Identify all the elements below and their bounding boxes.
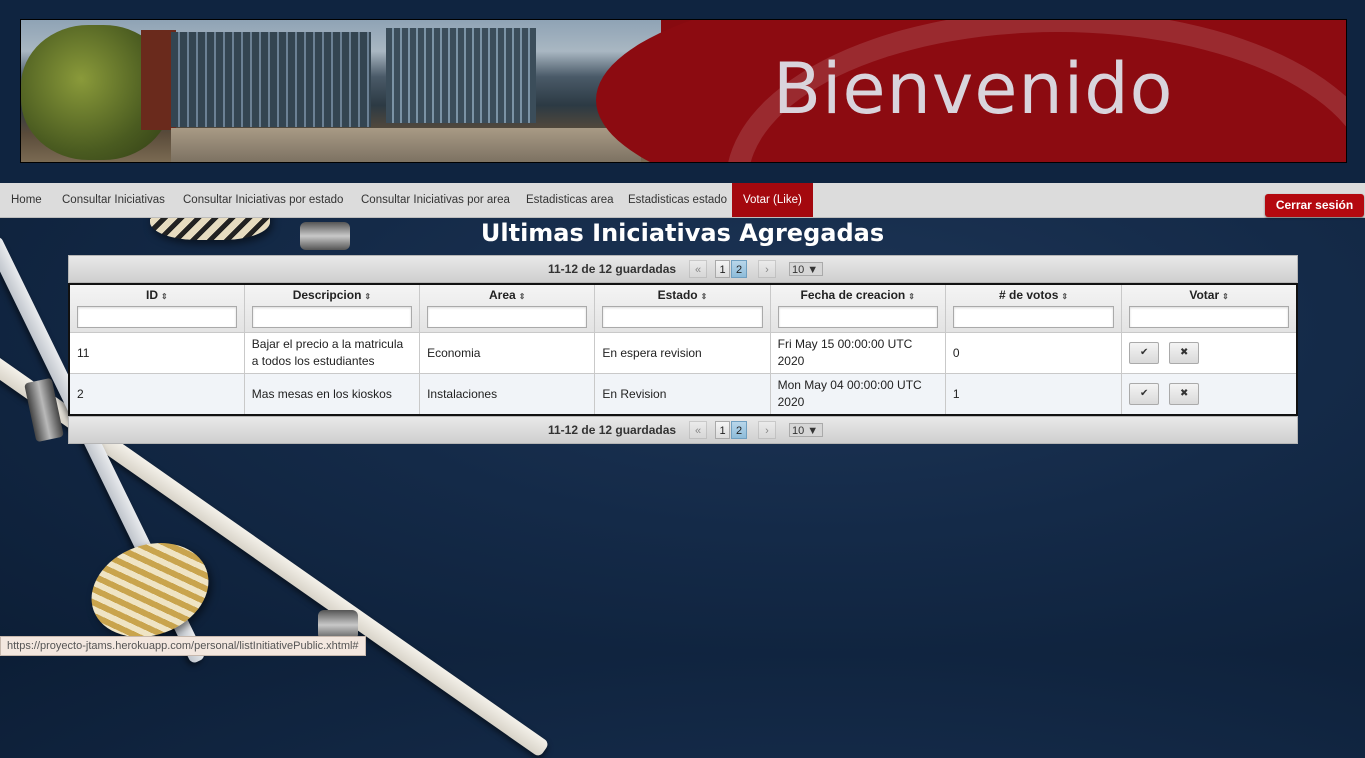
building-image (171, 32, 371, 127)
nav-item-estadisticas-estado[interactable]: Estadisticas estado (617, 183, 738, 217)
column-header-votos[interactable]: # de votos ⇕ (944, 283, 1123, 333)
column-header-votar[interactable]: Votar ⇕ (1121, 283, 1298, 333)
filter-input-votos[interactable] (952, 306, 1115, 328)
header-banner-area: Bienvenido (0, 0, 1365, 184)
cell-area: Instalaciones (419, 373, 596, 416)
cell-estado: En espera revision (594, 332, 771, 374)
column-header-area[interactable]: Area ⇕ (419, 283, 596, 333)
initiatives-table: 11-12 de 12 guardadas « 1 2 › 10 ▼ ID ⇕ D… (68, 255, 1298, 444)
sort-icon[interactable]: ⇕ (1061, 292, 1068, 301)
sort-icon[interactable]: ⇕ (364, 292, 371, 301)
building-image (386, 28, 536, 123)
cell-votos: 1 (944, 373, 1123, 416)
paginator-info: 11-12 de 12 guardadas (548, 423, 677, 437)
rows-per-page-select[interactable]: 10 ▼ (789, 262, 823, 276)
page-2-button[interactable]: 2 (731, 421, 747, 439)
cell-area: Economia (419, 332, 596, 374)
filter-input-id[interactable] (77, 306, 237, 328)
cell-descripcion: Bajar el precio a la matricula a todos l… (243, 332, 421, 374)
filter-input-descripcion[interactable] (251, 306, 413, 328)
rows-per-page-select[interactable]: 10 ▼ (789, 423, 823, 437)
nav-item-consultar-iniciativas[interactable]: Consultar Iniciativas (51, 183, 176, 217)
table-row: 2 Mas mesas en los kioskos Instalaciones… (68, 373, 1298, 416)
cell-votos: 0 (944, 332, 1123, 374)
nav-item-consultar-por-area[interactable]: Consultar Iniciativas por area (350, 183, 521, 217)
cell-estado: En Revision (594, 373, 771, 416)
table-header-row: ID ⇕ Descripcion ⇕ Area ⇕ Estado ⇕ Fecha de … (68, 283, 1298, 333)
close-icon: ✖ (1179, 347, 1189, 358)
ground-image (171, 128, 641, 162)
nav-item-estadisticas-area[interactable]: Estadisticas area (515, 183, 625, 217)
data-table: ID ⇕ Descripcion ⇕ Area ⇕ Estado ⇕ Fecha de … (68, 283, 1298, 416)
campus-photo (21, 20, 661, 162)
next-page-icon[interactable]: › (758, 260, 776, 278)
browser-status-bar: https://proyecto-jtams.herokuapp.com/per… (0, 636, 366, 656)
filter-input-fecha[interactable] (777, 306, 938, 328)
filter-input-area[interactable] (427, 306, 588, 328)
cell-fecha: Fri May 15 00:00:00 UTC 2020 (769, 332, 946, 374)
sort-icon[interactable]: ⇕ (519, 292, 526, 301)
nav-item-home[interactable]: Home (0, 183, 53, 217)
cell-id: 2 (68, 373, 245, 416)
paginator-bottom: 11-12 de 12 guardadas « 1 2 › 10 ▼ (68, 416, 1298, 444)
table-row: 11 Bajar el precio a la matricula a todo… (68, 332, 1298, 374)
check-icon: ✔ (1139, 347, 1149, 358)
page-1-button[interactable]: 1 (715, 421, 730, 439)
paginator-info: 11-12 de 12 guardadas (548, 262, 677, 276)
page-title: Ultimas Iniciativas Agregadas (480, 219, 885, 247)
dislike-button[interactable]: ✖ (1169, 383, 1200, 405)
sort-icon[interactable]: ⇕ (1222, 292, 1229, 301)
first-page-icon[interactable]: « (689, 421, 707, 439)
column-header-estado[interactable]: Estado ⇕ (594, 283, 771, 333)
next-page-icon[interactable]: › (758, 421, 776, 439)
cell-id: 11 (68, 332, 245, 374)
tape-roll-decoration (78, 527, 222, 653)
sort-icon[interactable]: ⇕ (161, 292, 168, 301)
dislike-button[interactable]: ✖ (1169, 342, 1200, 364)
like-button[interactable]: ✔ (1129, 342, 1160, 364)
cell-votar: ✔ ✖ (1121, 373, 1298, 416)
page-1-button[interactable]: 1 (715, 260, 730, 278)
logout-button[interactable]: Cerrar sesión (1265, 194, 1364, 217)
first-page-icon[interactable]: « (689, 260, 707, 278)
column-header-fecha[interactable]: Fecha de creacion ⇕ (769, 283, 946, 333)
close-icon: ✖ (1179, 388, 1189, 399)
like-button[interactable]: ✔ (1129, 383, 1160, 405)
cell-votar: ✔ ✖ (1121, 332, 1298, 374)
filter-input-estado[interactable] (602, 306, 763, 328)
nav-item-consultar-por-estado[interactable]: Consultar Iniciativas por estado (172, 183, 354, 217)
column-header-id[interactable]: ID ⇕ (68, 283, 245, 333)
column-header-descripcion[interactable]: Descripcion ⇕ (243, 283, 421, 333)
filter-input-votar[interactable] (1129, 306, 1289, 328)
nav-item-votar[interactable]: Votar (Like) (732, 183, 813, 217)
banner-title: Bienvenido (773, 48, 1174, 130)
cell-fecha: Mon May 04 00:00:00 UTC 2020 (769, 373, 946, 416)
page-2-button[interactable]: 2 (731, 260, 747, 278)
cell-descripcion: Mas mesas en los kioskos (243, 373, 421, 416)
check-icon: ✔ (1139, 388, 1149, 399)
main-nav: Home Consultar Iniciativas Consultar Ini… (0, 183, 1365, 218)
sort-icon[interactable]: ⇕ (908, 292, 915, 301)
paginator-top: 11-12 de 12 guardadas « 1 2 › 10 ▼ (68, 255, 1298, 283)
sort-icon[interactable]: ⇕ (701, 292, 708, 301)
header-banner: Bienvenido (20, 19, 1347, 163)
binder-clip-decoration (24, 377, 64, 443)
